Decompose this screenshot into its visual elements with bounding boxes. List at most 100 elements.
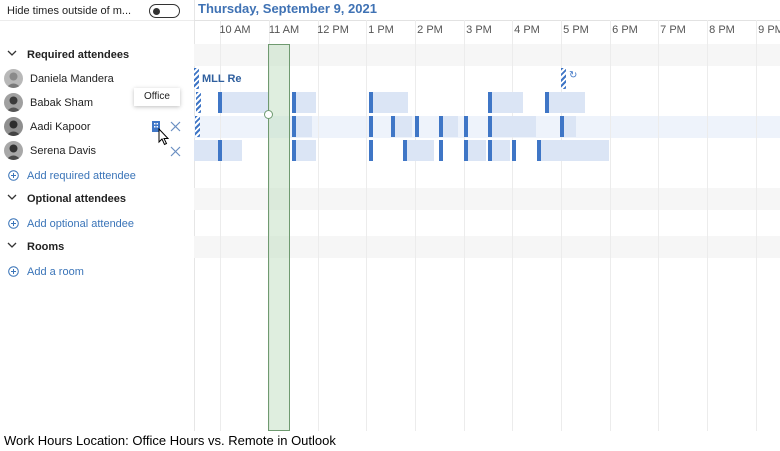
busy-marker (415, 116, 419, 137)
hour-label: 10 AM (219, 24, 251, 36)
busy-marker (488, 92, 492, 113)
hour-label: 8 PM (709, 24, 735, 36)
required-attendees-label: Required attendees (27, 49, 130, 61)
remote-marker (196, 92, 201, 113)
hour-label: 11 AM (268, 24, 300, 36)
meeting-time-selection[interactable] (268, 44, 290, 431)
busy-marker (512, 140, 516, 161)
hour-gridline (366, 20, 367, 431)
avatar (4, 141, 23, 160)
add-optional-label: Add optional attendee (27, 218, 135, 230)
remote-marker (195, 116, 200, 137)
avatar (4, 69, 23, 88)
rooms-label: Rooms (27, 241, 65, 253)
hour-gridline (707, 20, 708, 431)
busy-marker (488, 116, 492, 137)
busy-block (294, 140, 316, 161)
busy-block (394, 116, 412, 137)
chevron-down-icon (7, 50, 17, 57)
hour-gridline (756, 20, 757, 431)
attendee-pane: Hide times outside of m... Required atte… (0, 0, 195, 431)
busy-block (294, 116, 312, 137)
hour-gridline (658, 20, 659, 431)
toggle-knob (153, 7, 160, 15)
avatar (4, 93, 23, 112)
busy-block (372, 92, 408, 113)
busy-marker (545, 92, 549, 113)
hour-label: 6 PM (612, 24, 638, 36)
hour-gridline (512, 20, 513, 431)
hour-label: 1 PM (368, 24, 394, 36)
busy-marker (403, 140, 407, 161)
add-required-label: Add required attendee (27, 170, 136, 182)
mouse-cursor-icon (158, 127, 172, 146)
hour-label: 12 PM (317, 24, 349, 36)
attendee-name: Babak Sham (30, 97, 93, 109)
event-title: MLL Re (202, 73, 242, 85)
resize-handle[interactable] (264, 110, 273, 119)
busy-marker (369, 92, 373, 113)
busy-block (466, 140, 486, 161)
busy-marker (439, 140, 443, 161)
add-room-label: Add a room (27, 266, 84, 278)
hour-label: 9 PM (758, 24, 780, 36)
busy-block (294, 92, 316, 113)
add-optional-attendee[interactable]: Add optional attendee (0, 214, 194, 234)
busy-marker (537, 140, 541, 161)
hour-gridline (318, 20, 319, 431)
busy-block (490, 92, 523, 113)
required-attendees-header[interactable]: Required attendees (0, 44, 194, 66)
busy-block (562, 116, 576, 137)
close-icon[interactable] (170, 146, 181, 157)
date-header: Thursday, September 9, 2021 (198, 1, 377, 16)
add-circle-icon (8, 266, 19, 277)
hide-times-row: Hide times outside of m... (0, 0, 194, 21)
header-divider (194, 20, 780, 21)
busy-block (220, 92, 268, 113)
caption: Work Hours Location: Office Hours vs. Re… (4, 433, 336, 448)
hour-label: 7 PM (660, 24, 686, 36)
hour-label: 2 PM (417, 24, 443, 36)
busy-marker (391, 116, 395, 137)
hour-label: 5 PM (563, 24, 589, 36)
remote-marker (194, 68, 199, 89)
optional-attendees-header[interactable]: Optional attendees (0, 188, 194, 210)
busy-marker (292, 140, 296, 161)
add-circle-icon (8, 170, 19, 181)
hide-times-label: Hide times outside of m... (7, 5, 132, 17)
hour-gridline (415, 20, 416, 431)
busy-marker (218, 140, 222, 161)
busy-block (490, 140, 510, 161)
hour-label: 3 PM (466, 24, 492, 36)
busy-marker (439, 116, 443, 137)
hide-times-toggle[interactable] (149, 4, 180, 18)
busy-marker (369, 140, 373, 161)
busy-marker (464, 140, 468, 161)
attendee-name: Daniela Mandera (30, 73, 114, 85)
busy-marker (464, 116, 468, 137)
busy-marker (488, 140, 492, 161)
busy-block (539, 140, 609, 161)
busy-marker (218, 92, 222, 113)
add-required-attendee[interactable]: Add required attendee (0, 166, 194, 186)
hour-gridline (610, 20, 611, 431)
busy-block (547, 92, 585, 113)
busy-block (406, 140, 434, 161)
scheduling-assistant: Hide times outside of m... Required atte… (0, 0, 780, 431)
sync-icon: ↻ (569, 70, 578, 81)
attendee-row[interactable]: Daniela Mandera (0, 68, 194, 90)
busy-marker (369, 116, 373, 137)
busy-block (490, 116, 536, 137)
add-circle-icon (8, 218, 19, 229)
chevron-down-icon (7, 194, 17, 201)
avatar (4, 117, 23, 136)
office-tooltip: Office (134, 88, 180, 106)
busy-marker (292, 92, 296, 113)
rooms-header[interactable]: Rooms (0, 236, 194, 258)
attendee-name: Aadi Kapoor (30, 121, 91, 133)
busy-marker (292, 116, 296, 137)
add-room[interactable]: Add a room (0, 262, 194, 282)
remote-marker (561, 68, 566, 89)
attendee-name: Serena Davis (30, 145, 97, 157)
hour-label: 4 PM (514, 24, 540, 36)
